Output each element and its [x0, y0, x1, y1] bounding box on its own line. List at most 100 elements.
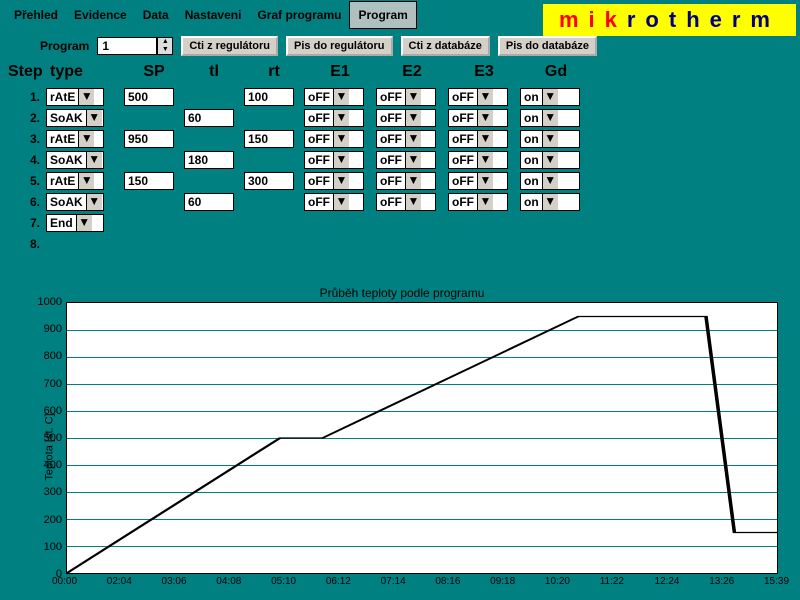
program-spinner[interactable]: ▲▼	[157, 37, 173, 55]
chart-title: Průběh teploty podle programu	[8, 284, 796, 302]
menu-data[interactable]: Data	[135, 2, 177, 28]
chevron-down-icon[interactable]: ▼	[477, 152, 493, 168]
sp-input[interactable]: 500	[124, 88, 174, 106]
table-row: 7. End▼	[8, 212, 792, 233]
gd-select[interactable]: on▼	[520, 109, 580, 127]
chart-yticks: 01002003004005006007008009001000	[34, 302, 64, 574]
program-label: Program	[40, 39, 89, 53]
gd-select[interactable]: on▼	[520, 193, 580, 211]
chevron-down-icon[interactable]: ▼	[405, 110, 421, 126]
rt-input[interactable]: 150	[244, 130, 294, 148]
type-select[interactable]: rAtE▼	[46, 172, 104, 190]
type-select[interactable]: SoAK▼	[46, 109, 104, 127]
chart-area: Průběh teploty podle programu Teplota [s…	[8, 284, 796, 596]
chevron-down-icon[interactable]: ▼	[86, 194, 102, 210]
tl-input[interactable]: 180	[184, 151, 234, 169]
chevron-down-icon[interactable]: ▼	[405, 89, 421, 105]
chevron-down-icon[interactable]: ▼	[405, 152, 421, 168]
e1-select[interactable]: oFF▼	[304, 130, 364, 148]
e3-select[interactable]: oFF▼	[448, 109, 508, 127]
e2-select[interactable]: oFF▼	[376, 109, 436, 127]
e3-select[interactable]: oFF▼	[448, 88, 508, 106]
chevron-down-icon[interactable]: ▼	[477, 89, 493, 105]
menu-nastaveni[interactable]: Nastaveni	[177, 2, 250, 28]
rt-input[interactable]: 100	[244, 88, 294, 106]
e1-select[interactable]: oFF▼	[304, 109, 364, 127]
chevron-down-icon[interactable]: ▼	[333, 173, 349, 189]
chevron-down-icon[interactable]: ▼	[542, 89, 558, 105]
gd-select[interactable]: on▼	[520, 130, 580, 148]
brand-logo: mikrotherm	[543, 4, 796, 36]
e1-select[interactable]: oFF▼	[304, 88, 364, 106]
e2-select[interactable]: oFF▼	[376, 193, 436, 211]
table-row: 4. SoAK▼ 180 oFF▼ oFF▼ oFF▼ on▼	[8, 149, 792, 170]
sp-input[interactable]: 950	[124, 130, 174, 148]
chevron-down-icon[interactable]: ▼	[542, 131, 558, 147]
type-select[interactable]: rAtE▼	[46, 88, 104, 106]
chevron-down-icon[interactable]: ▼	[477, 194, 493, 210]
menu-program[interactable]: Program	[349, 1, 416, 29]
tl-input[interactable]: 60	[184, 193, 234, 211]
table-row: 6. SoAK▼ 60 oFF▼ oFF▼ oFF▼ on▼	[8, 191, 792, 212]
spin-down-icon: ▼	[158, 46, 172, 54]
col-gd: Gd	[520, 63, 592, 81]
chevron-down-icon[interactable]: ▼	[542, 152, 558, 168]
chevron-down-icon[interactable]: ▼	[542, 194, 558, 210]
gd-select[interactable]: on▼	[520, 88, 580, 106]
chevron-down-icon[interactable]: ▼	[78, 131, 94, 147]
chevron-down-icon[interactable]: ▼	[405, 131, 421, 147]
e3-select[interactable]: oFF▼	[448, 172, 508, 190]
chevron-down-icon[interactable]: ▼	[86, 110, 102, 126]
e3-select[interactable]: oFF▼	[448, 130, 508, 148]
spin-up-icon: ▲	[158, 38, 172, 46]
table-row: 1. rAtE▼ 500 100 oFF▼ oFF▼ oFF▼ on▼	[8, 86, 792, 107]
e1-select[interactable]: oFF▼	[304, 193, 364, 211]
table-row: 8.	[8, 233, 792, 254]
chart-plot	[66, 302, 778, 574]
step-number: 6.	[8, 195, 46, 209]
chevron-down-icon[interactable]: ▼	[333, 110, 349, 126]
e2-select[interactable]: oFF▼	[376, 88, 436, 106]
chevron-down-icon[interactable]: ▼	[333, 194, 349, 210]
sp-input[interactable]: 150	[124, 172, 174, 190]
program-number-input[interactable]	[97, 37, 157, 55]
read-db-button[interactable]: Cti z databáze	[401, 36, 490, 56]
chevron-down-icon[interactable]: ▼	[78, 173, 94, 189]
tl-input[interactable]: 60	[184, 109, 234, 127]
chevron-down-icon[interactable]: ▼	[86, 152, 102, 168]
chevron-down-icon[interactable]: ▼	[477, 173, 493, 189]
menu-graf[interactable]: Graf programu	[249, 2, 349, 28]
menu-prehled[interactable]: Přehled	[6, 2, 66, 28]
chevron-down-icon[interactable]: ▼	[477, 131, 493, 147]
chevron-down-icon[interactable]: ▼	[477, 110, 493, 126]
e2-select[interactable]: oFF▼	[376, 172, 436, 190]
e1-select[interactable]: oFF▼	[304, 172, 364, 190]
chevron-down-icon[interactable]: ▼	[333, 131, 349, 147]
chevron-down-icon[interactable]: ▼	[405, 173, 421, 189]
step-number: 8.	[8, 237, 46, 251]
chevron-down-icon[interactable]: ▼	[76, 215, 92, 231]
gd-select[interactable]: on▼	[520, 172, 580, 190]
write-regulator-button[interactable]: Pis do regulátoru	[286, 36, 392, 56]
e3-select[interactable]: oFF▼	[448, 151, 508, 169]
type-select[interactable]: SoAK▼	[46, 151, 104, 169]
chevron-down-icon[interactable]: ▼	[78, 89, 94, 105]
chevron-down-icon[interactable]: ▼	[542, 173, 558, 189]
chevron-down-icon[interactable]: ▼	[333, 89, 349, 105]
gd-select[interactable]: on▼	[520, 151, 580, 169]
e1-select[interactable]: oFF▼	[304, 151, 364, 169]
chevron-down-icon[interactable]: ▼	[405, 194, 421, 210]
type-select[interactable]: SoAK▼	[46, 193, 104, 211]
rt-input[interactable]: 300	[244, 172, 294, 190]
read-regulator-button[interactable]: Cti z regulátoru	[181, 36, 278, 56]
menu-evidence[interactable]: Evidence	[66, 2, 135, 28]
e2-select[interactable]: oFF▼	[376, 151, 436, 169]
e3-select[interactable]: oFF▼	[448, 193, 508, 211]
chevron-down-icon[interactable]: ▼	[542, 110, 558, 126]
write-db-button[interactable]: Pis do databáze	[498, 36, 597, 56]
table-header: Step type SP tl rt E1 E2 E3 Gd	[0, 62, 800, 82]
type-select[interactable]: End▼	[46, 214, 104, 232]
e2-select[interactable]: oFF▼	[376, 130, 436, 148]
type-select[interactable]: rAtE▼	[46, 130, 104, 148]
chevron-down-icon[interactable]: ▼	[333, 152, 349, 168]
